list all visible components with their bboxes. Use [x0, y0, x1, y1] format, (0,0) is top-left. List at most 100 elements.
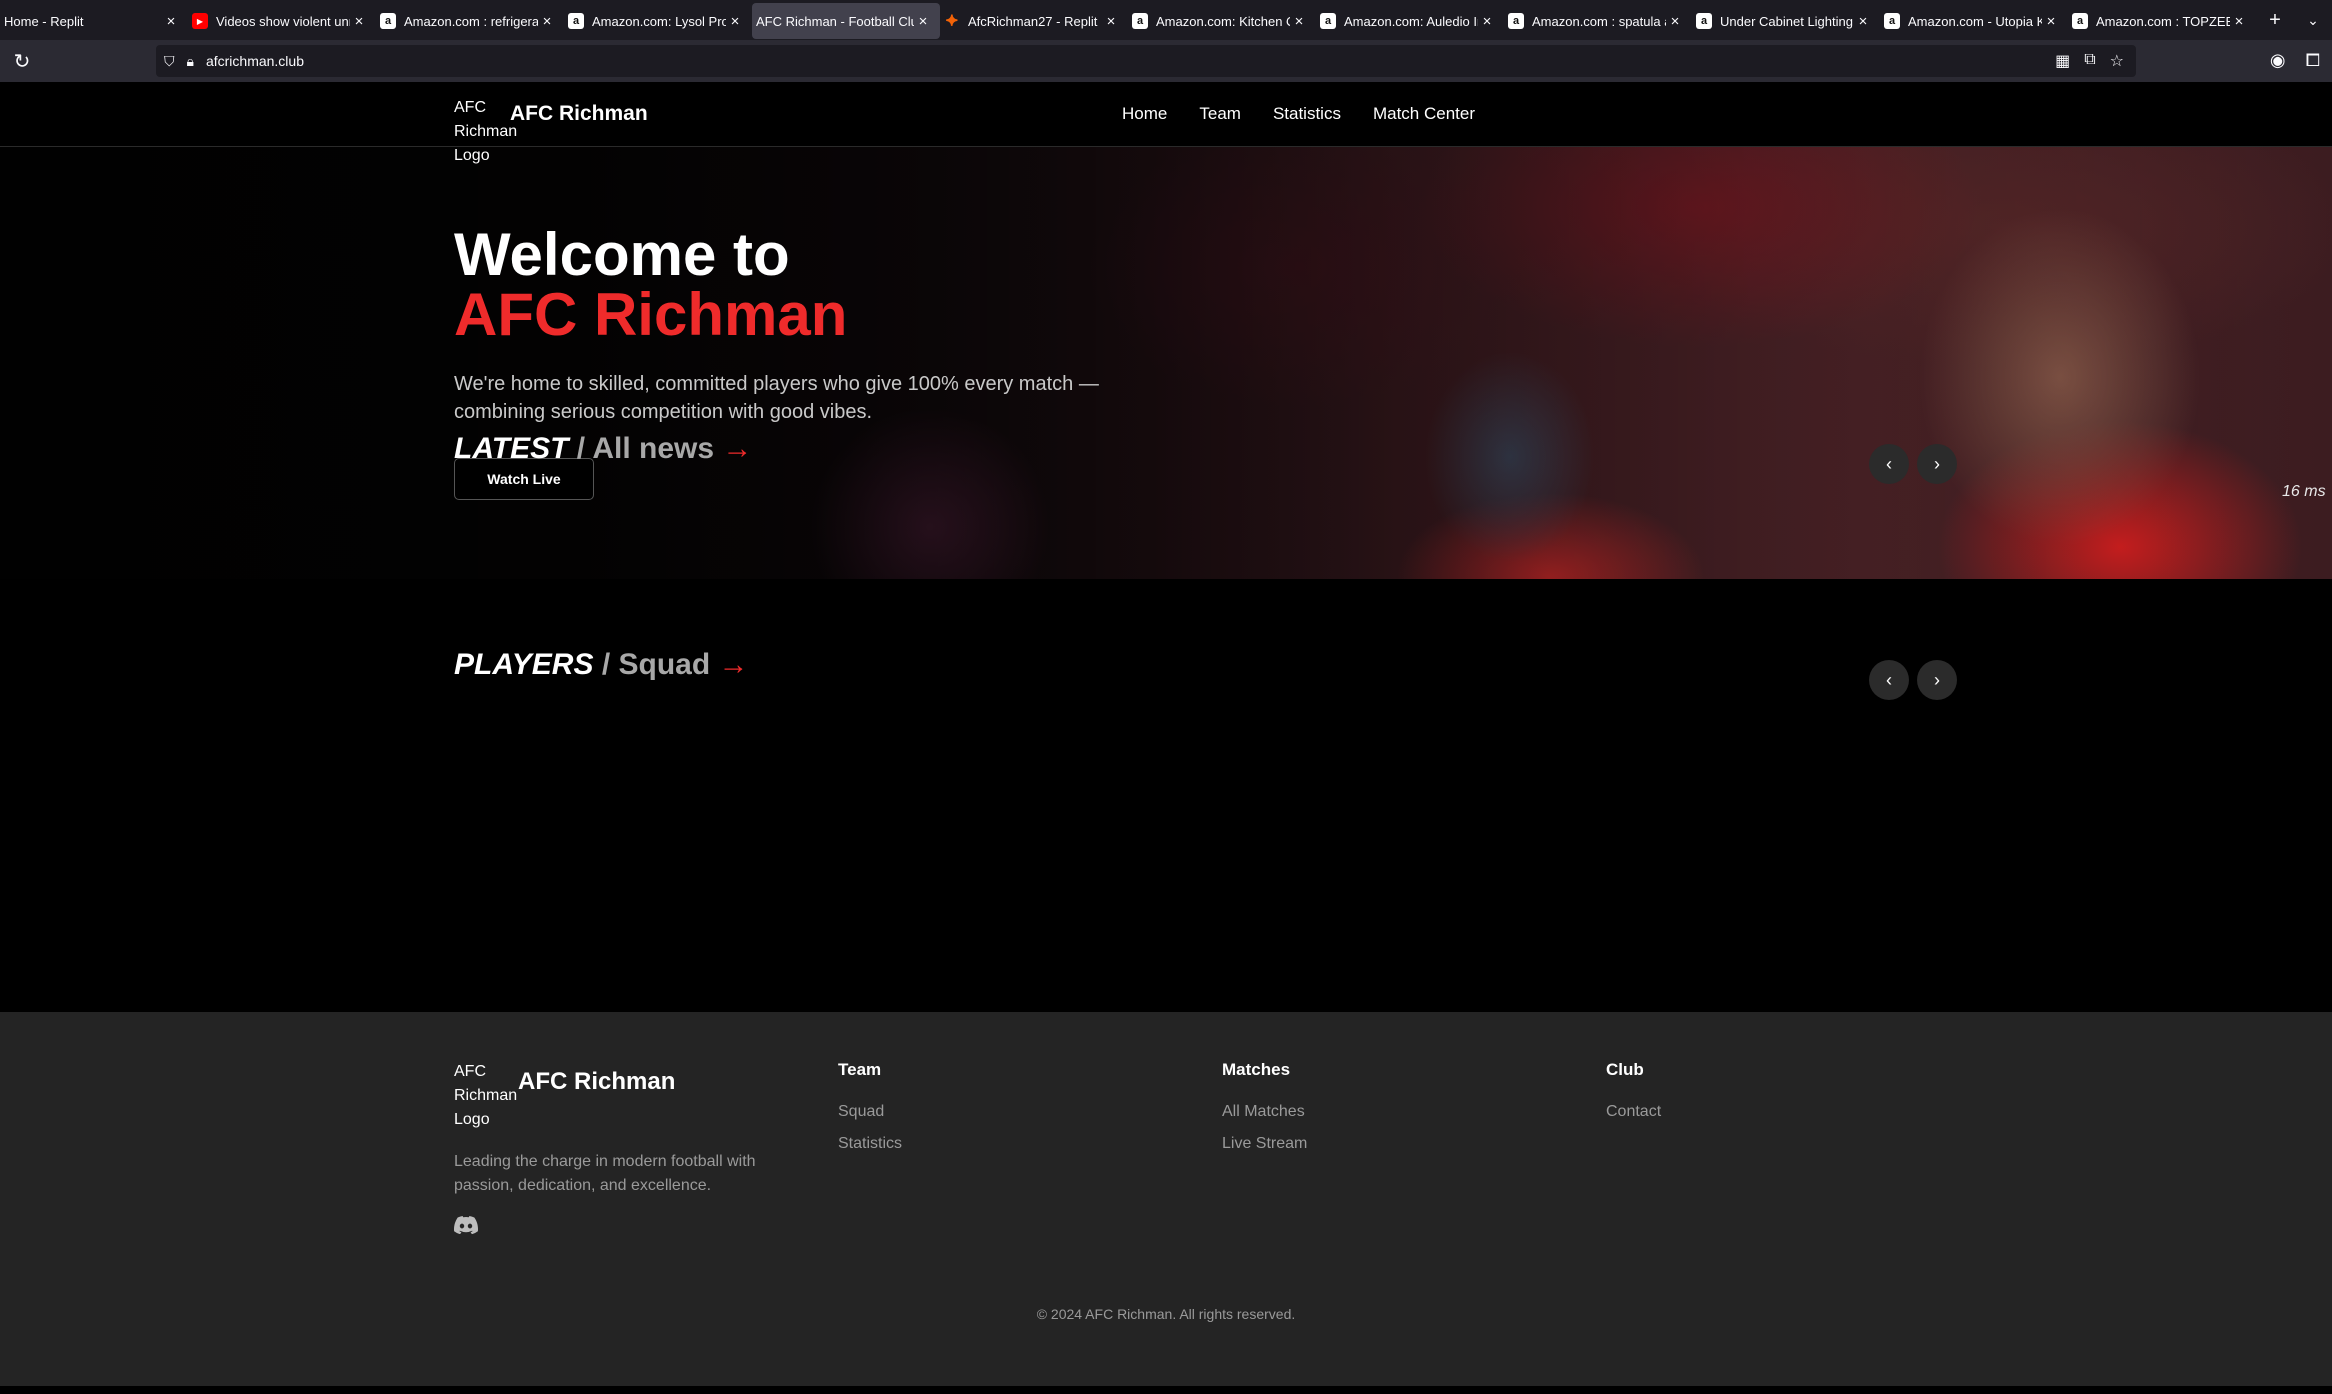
browser-tab[interactable]: ▶ Videos show violent unr × [188, 3, 376, 39]
browser-tab[interactable]: ⯌ AfcRichman27 - Replit × [940, 3, 1128, 39]
tab-title: Amazon.com : spatula ar [1532, 13, 1666, 29]
footer-column-club: Club Contact [1606, 1060, 1661, 1128]
amazon-favicon-icon: a [380, 13, 396, 29]
news-prev-button[interactable]: ‹ [1869, 444, 1909, 484]
browser-tab[interactable]: a Amazon.com : refrigerat × [376, 3, 564, 39]
browser-tab[interactable]: a Amazon.com - Utopia Ki × [1880, 3, 2068, 39]
players-next-button[interactable]: › [1917, 660, 1957, 700]
tab-title: Amazon.com : refrigerat [404, 13, 538, 29]
replit-favicon-icon: ⯌ [945, 12, 959, 29]
close-tab-icon[interactable]: × [162, 13, 180, 30]
tab-title: AFC Richman - Football Club [756, 13, 914, 29]
close-tab-icon[interactable]: × [726, 13, 744, 30]
lock-icon[interactable]: 🔒︎ [187, 53, 194, 70]
arrow-right-icon: → [718, 648, 749, 681]
nav-home[interactable]: Home [1122, 104, 1167, 124]
account-icon[interactable]: ◉ [2270, 50, 2286, 71]
amazon-favicon-icon: a [2072, 13, 2088, 29]
hero-banner: Welcome to AFC Richman We're home to ski… [0, 147, 2332, 579]
main-nav: Home Team Statistics Match Center [1122, 104, 1475, 124]
reload-icon[interactable]: ↻ [0, 49, 44, 74]
hero-title: Welcome to AFC Richman [454, 225, 847, 345]
close-tab-icon[interactable]: × [2042, 13, 2060, 30]
footer-column-team: Team Squad Statistics [838, 1060, 902, 1160]
browser-nav-bar: ↻ ⛉ 🔒︎ afcrichman.club ▦ ⧉ ☆ ◉ ⧠ [0, 40, 2332, 82]
browser-tab[interactable]: a Amazon.com : TOPZEE E× [2068, 3, 2256, 39]
nav-statistics[interactable]: Statistics [1273, 104, 1341, 124]
close-tab-icon[interactable]: × [1102, 13, 1120, 30]
discord-icon[interactable] [454, 1216, 478, 1234]
footer-heading: Team [838, 1060, 882, 1079]
footer-link-live-stream[interactable]: Live Stream [1222, 1128, 1307, 1160]
close-tab-icon[interactable]: × [350, 13, 368, 30]
hero-title-line1: Welcome to [454, 221, 790, 288]
qr-code-icon[interactable]: ▦ [2055, 51, 2070, 71]
footer-link-squad[interactable]: Squad [838, 1096, 902, 1128]
hero-image-overlay [0, 147, 2332, 579]
close-tab-icon[interactable]: × [2230, 13, 2248, 30]
browser-tab[interactable]: a Amazon.com: Kitchen Or × [1128, 3, 1316, 39]
close-tab-icon[interactable]: × [538, 13, 556, 30]
footer-description: Leading the charge in modern football wi… [454, 1153, 756, 1194]
browser-tab-strip: Home - Replit × ▶ Videos show violent unr × a… [0, 0, 2332, 40]
close-tab-icon[interactable]: × [1854, 13, 1872, 30]
amazon-favicon-icon: a [1320, 13, 1336, 29]
webpage: AFC Richman Logo AFC Richman Home Team S… [0, 82, 2332, 1386]
tab-title: Amazon.com: Lysol Pro K [592, 13, 726, 29]
extensions-icon[interactable]: ⧠ [2306, 50, 2320, 71]
browser-tab[interactable]: AFC Richman - Football Club × [752, 3, 940, 39]
players-subtitle: / Squad [601, 648, 711, 681]
new-tab-button[interactable]: + [2256, 9, 2294, 32]
browser-tab[interactable]: Home - Replit × [0, 3, 188, 39]
hero-description: We're home to skilled, committed players… [454, 373, 1099, 423]
footer-column-matches: Matches All Matches Live Stream [1222, 1060, 1307, 1160]
browser-tab[interactable]: a Under Cabinet Lighting, × [1692, 3, 1880, 39]
players-title: PLAYERS [454, 648, 594, 681]
bookmark-star-icon[interactable]: ☆ [2110, 51, 2124, 71]
hero-image-caption: 16 ms [2282, 483, 2326, 500]
footer-logo[interactable]: AFC Richman Logo [454, 1060, 517, 1132]
tab-title: Amazon.com: Kitchen Or [1156, 13, 1290, 29]
browser-tab[interactable]: a Amazon.com: Lysol Pro K× [564, 3, 752, 39]
footer-link-contact[interactable]: Contact [1606, 1096, 1661, 1128]
arrow-right-icon: → [722, 432, 753, 465]
translate-icon[interactable]: ⧉ [2084, 51, 2095, 71]
tab-title: Videos show violent unr [216, 13, 350, 29]
tab-title: Amazon.com : TOPZEE E [2096, 13, 2230, 29]
hero-title-club-name: AFC Richman [454, 281, 848, 348]
footer-link-statistics[interactable]: Statistics [838, 1128, 902, 1160]
browser-tab[interactable]: a Amazon.com : spatula ar × [1504, 3, 1692, 39]
close-tab-icon[interactable]: × [1478, 13, 1496, 30]
tab-title: Amazon.com: Auledio Ir [1344, 13, 1478, 29]
youtube-favicon-icon: ▶ [192, 13, 208, 29]
players-prev-button[interactable]: ‹ [1869, 660, 1909, 700]
url-bar[interactable]: ⛉ 🔒︎ afcrichman.club ▦ ⧉ ☆ [156, 45, 2136, 77]
tab-title: Home - Replit [4, 13, 84, 29]
tab-title: AfcRichman27 - Replit [968, 13, 1098, 29]
url-text[interactable]: afcrichman.club [206, 53, 304, 69]
site-footer: AFC Richman Logo AFC Richman Leading the… [0, 1012, 2332, 1386]
amazon-favicon-icon: a [1884, 13, 1900, 29]
site-header: AFC Richman Logo AFC Richman Home Team S… [0, 82, 2332, 164]
footer-link-all-matches[interactable]: All Matches [1222, 1096, 1307, 1128]
close-tab-icon[interactable]: × [1290, 13, 1308, 30]
tab-title: Under Cabinet Lighting, [1720, 13, 1854, 29]
close-tab-icon[interactable]: × [914, 13, 932, 30]
nav-team[interactable]: Team [1199, 104, 1241, 124]
amazon-favicon-icon: a [568, 13, 584, 29]
shield-icon[interactable]: ⛉ [164, 53, 175, 70]
header-brand[interactable]: AFC Richman [510, 102, 648, 126]
list-all-tabs-icon[interactable]: ⌄ [2294, 12, 2332, 29]
amazon-favicon-icon: a [1696, 13, 1712, 29]
latest-news-heading[interactable]: LATEST / All news → [454, 432, 752, 466]
tab-title: Amazon.com - Utopia Ki [1908, 13, 2042, 29]
close-tab-icon[interactable]: × [1666, 13, 1684, 30]
nav-match-center[interactable]: Match Center [1373, 104, 1475, 124]
players-heading[interactable]: PLAYERS / Squad → [454, 648, 749, 682]
browser-tab[interactable]: a Amazon.com: Auledio Ir × [1316, 3, 1504, 39]
latest-title: LATEST [454, 432, 569, 465]
footer-heading: Matches [1222, 1060, 1291, 1079]
copyright-text: © 2024 AFC Richman. All rights reserved. [1036, 1306, 1296, 1322]
header-logo[interactable]: AFC Richman Logo [454, 96, 517, 168]
news-next-button[interactable]: › [1917, 444, 1957, 484]
